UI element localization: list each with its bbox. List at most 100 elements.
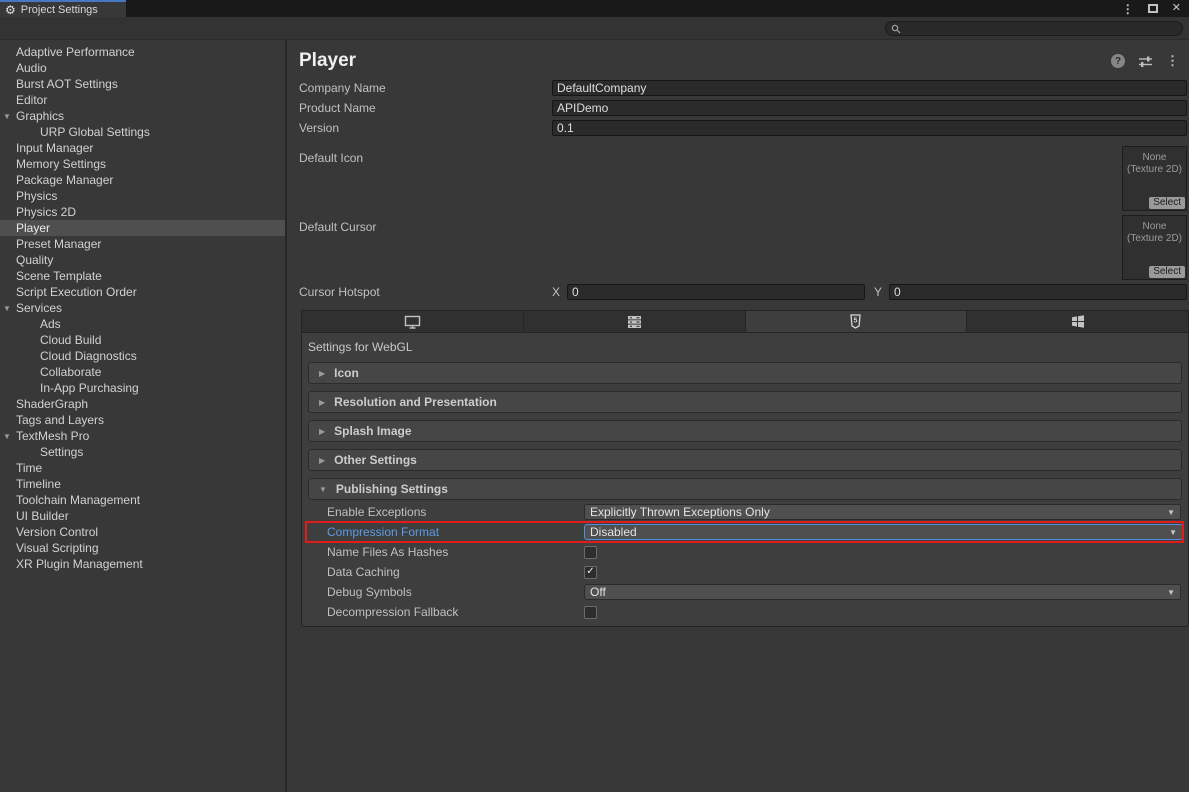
panel-menu-icon[interactable]: ⋮ [1166,53,1179,69]
hotspot-x-label: X [552,285,560,299]
sidebar-item[interactable]: Tags and Layers [0,412,285,428]
sidebar-item-label: Visual Scripting [16,541,99,555]
sidebar-item[interactable]: Quality [0,252,285,268]
sidebar-item[interactable]: Package Manager [0,172,285,188]
sidebar-item[interactable]: Time [0,460,285,476]
product-name-label: Product Name [299,101,552,115]
hotspot-x-field[interactable]: 0 [567,284,865,300]
data-caching-checkbox[interactable]: ✓ [584,566,597,579]
sidebar-item[interactable]: Adaptive Performance [0,44,285,60]
enable-exceptions-dropdown[interactable]: Explicitly Thrown Exceptions Only ▼ [584,504,1181,520]
sidebar-item[interactable]: Preset Manager [0,236,285,252]
close-icon[interactable]: ✕ [1172,3,1181,14]
webgl-html5-icon: 5 [849,314,862,329]
name-files-as-hashes-checkbox[interactable] [584,546,597,559]
data-caching-label: Data Caching [327,565,584,579]
sidebar-item[interactable]: URP Global Settings [0,124,285,140]
sidebar-item[interactable]: ShaderGraph [0,396,285,412]
windows-icon [1071,315,1085,328]
sidebar-item[interactable]: Cloud Diagnostics [0,348,285,364]
default-cursor-object-field[interactable]: None (Texture 2D) Select [1122,215,1187,280]
sidebar-item-label: Scene Template [16,269,102,283]
foldout-section[interactable]: ▶ Resolution and Presentation [308,391,1182,413]
foldout-label: Icon [334,366,359,380]
settings-sidebar: Adaptive Performance Audio Burst AOT Set… [0,40,287,792]
tab-webgl[interactable]: 5 [746,311,968,332]
dropdown-arrow-icon: ▼ [1167,588,1175,597]
sidebar-item[interactable]: Version Control [0,524,285,540]
default-icon-select-button[interactable]: Select [1149,197,1185,209]
sidebar-item[interactable]: Toolchain Management [0,492,285,508]
cursor-hotspot-label: Cursor Hotspot [299,285,552,299]
sidebar-item[interactable]: Scene Template [0,268,285,284]
foldout-section[interactable]: ▶ Icon [308,362,1182,384]
enable-exceptions-label: Enable Exceptions [327,505,584,519]
sidebar-item[interactable]: Editor [0,92,285,108]
foldout-open-icon[interactable]: ▼ [3,432,11,441]
sidebar-item[interactable]: ▼ Graphics [0,108,285,124]
sidebar-item-label: Toolchain Management [16,493,140,507]
version-field[interactable]: 0.1 [552,120,1187,136]
default-cursor-select-button[interactable]: Select [1149,266,1185,278]
search-input[interactable] [904,23,1182,35]
maximize-icon[interactable] [1148,4,1158,13]
sidebar-item[interactable]: Cloud Build [0,332,285,348]
product-name-field[interactable]: APIDemo [552,100,1187,116]
sidebar-item-label: Tags and Layers [16,413,104,427]
tab-standalone[interactable] [302,311,524,332]
decompression-fallback-checkbox[interactable] [584,606,597,619]
sidebar-item[interactable]: UI Builder [0,508,285,524]
default-cursor-label: Default Cursor [299,213,1189,234]
tab-project-settings[interactable]: ⚙ Project Settings [0,0,126,17]
sidebar-item-label: Timeline [16,477,61,491]
sidebar-item-label: Script Execution Order [16,285,137,299]
sidebar-item[interactable]: Memory Settings [0,156,285,172]
sidebar-item[interactable]: ▼ TextMesh Pro [0,428,285,444]
sidebar-item[interactable]: Burst AOT Settings [0,76,285,92]
search-box[interactable] [885,21,1183,36]
sidebar-item[interactable]: Script Execution Order [0,284,285,300]
presets-icon[interactable] [1138,55,1153,68]
sidebar-item-label: Audio [16,61,47,75]
sidebar-item-label: UI Builder [16,509,69,523]
default-cursor-none: None [1123,221,1186,233]
sidebar-item-label: Input Manager [16,141,93,155]
sidebar-item[interactable]: Physics [0,188,285,204]
cursor-hotspot-row: Cursor Hotspot X 0 Y 0 [287,282,1189,302]
dropdown-arrow-icon: ▼ [1167,508,1175,517]
foldout-section[interactable]: ▶ Splash Image [308,420,1182,442]
sidebar-item[interactable]: Collaborate [0,364,285,380]
sidebar-item-label: Quality [16,253,53,267]
compression-format-dropdown[interactable]: Disabled ▼ [584,524,1183,540]
debug-symbols-dropdown[interactable]: Off ▼ [584,584,1181,600]
sidebar-item[interactable]: Visual Scripting [0,540,285,556]
server-icon [627,315,642,329]
tab-windows-store[interactable] [967,311,1188,332]
window-menu-icon[interactable]: ⋮ [1122,3,1134,15]
sidebar-item[interactable]: Input Manager [0,140,285,156]
foldout-section[interactable]: ▶ Other Settings [308,449,1182,471]
sidebar-item[interactable]: Settings [0,444,285,460]
sidebar-item[interactable]: Physics 2D [0,204,285,220]
hotspot-y-field[interactable]: 0 [889,284,1187,300]
foldout-publishing-settings[interactable]: ▼ Publishing Settings [308,478,1182,500]
sidebar-item[interactable]: In-App Purchasing [0,380,285,396]
company-name-field[interactable]: DefaultCompany [552,80,1187,96]
monitor-icon [404,315,421,329]
tab-dedicated-server[interactable] [524,311,746,332]
sidebar-item-label: Ads [40,317,61,331]
foldout-open-icon[interactable]: ▼ [3,112,11,121]
sidebar-item[interactable]: Audio [0,60,285,76]
sidebar-item-label: Collaborate [40,365,101,379]
sidebar-item[interactable]: Ads [0,316,285,332]
default-icon-object-field[interactable]: None (Texture 2D) Select [1122,146,1187,211]
help-icon[interactable]: ? [1111,54,1125,68]
sidebar-item[interactable]: Timeline [0,476,285,492]
sidebar-item[interactable]: XR Plugin Management [0,556,285,572]
project-settings-window: ⚙ Project Settings ⋮ ✕ Adaptive Performa… [0,0,1189,792]
foldout-collapsed-icon: ▶ [319,398,325,407]
enable-exceptions-value: Explicitly Thrown Exceptions Only [590,505,1167,519]
foldout-open-icon[interactable]: ▼ [3,304,11,313]
sidebar-item[interactable]: ▼ Services [0,300,285,316]
sidebar-item[interactable]: Player [0,220,285,236]
